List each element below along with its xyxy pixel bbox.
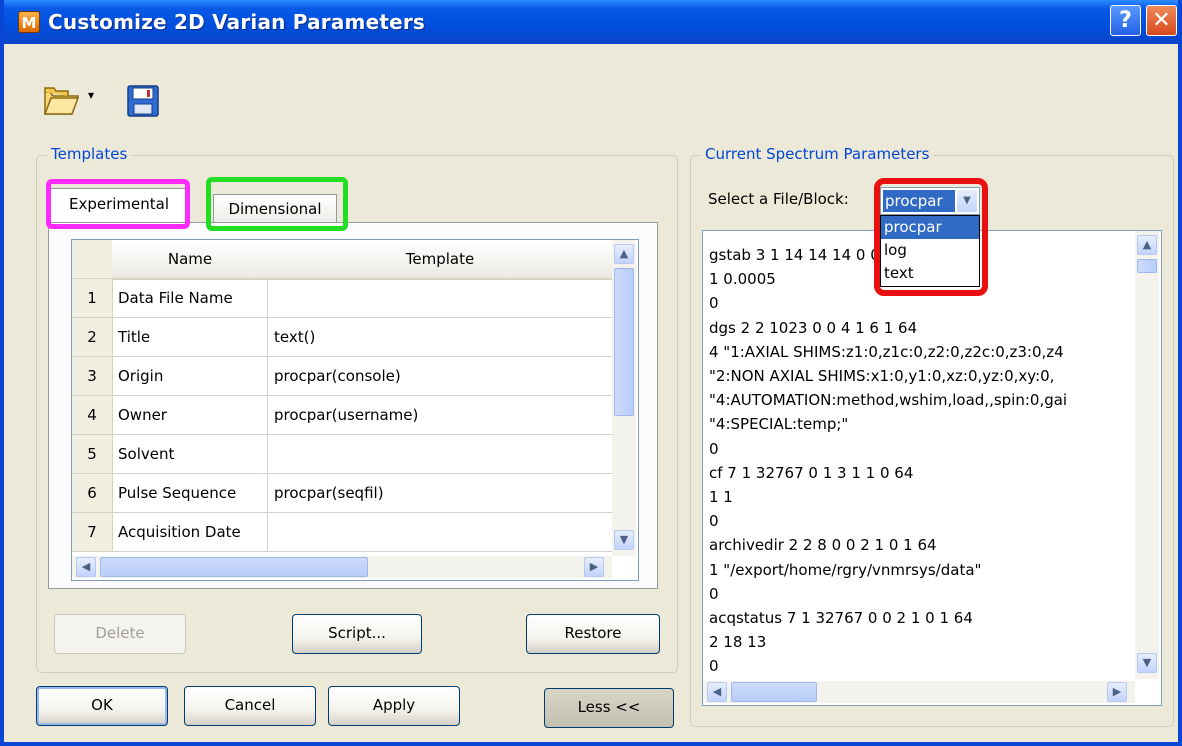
parameter-line: 0 — [709, 512, 719, 531]
table-vertical-scrollbar[interactable]: ▲ ▼ — [612, 240, 636, 556]
parameter-line: 0 — [709, 657, 719, 676]
window-title: Customize 2D Varian Parameters — [48, 10, 426, 34]
name-cell[interactable]: Pulse Sequence — [112, 474, 268, 512]
parameter-line: cf 7 1 32767 0 1 3 1 1 0 64 — [709, 463, 914, 482]
close-button[interactable]: ✕ — [1146, 5, 1177, 36]
parameter-line: "2:NON AXIAL SHIMS:x1:0,y1:0,xz:0,yz:0,x… — [709, 367, 1055, 386]
highlight-file-dropdown — [874, 178, 988, 296]
parameter-line: dgs 2 2 1023 0 0 4 1 6 1 64 — [709, 318, 918, 337]
dialog-window: M Customize 2D Varian Parameters ? ✕ ▾ T… — [0, 0, 1182, 746]
ok-button[interactable]: OK — [36, 686, 168, 726]
scroll-down-arrow-icon[interactable]: ▼ — [614, 530, 634, 550]
row-number: 1 — [72, 279, 113, 317]
table-corner — [72, 240, 113, 279]
script-button[interactable]: Script... — [292, 614, 422, 654]
scroll-left-arrow-icon[interactable]: ◀ — [707, 682, 727, 702]
parameters-text: gstab 3 1 14 14 14 0 0 1 1 0 64 1 0.0005 0… — [709, 243, 1129, 679]
highlight-dimensional-tab — [206, 177, 348, 231]
template-cell[interactable]: procpar(console) — [268, 357, 612, 395]
params-vertical-scrollbar[interactable]: ▲ ▼ — [1135, 231, 1159, 679]
parameter-line: 4 "1:AXIAL SHIMS:z1:0,z1c:0,z2:0,z2c:0,z… — [709, 342, 1064, 361]
templates-table: Name Template 1 Data File Name 2 Title t… — [71, 239, 639, 581]
scroll-right-arrow-icon[interactable]: ▶ — [1107, 682, 1127, 702]
name-cell[interactable]: Origin — [112, 357, 268, 395]
parameter-line: 0 — [709, 584, 719, 603]
column-header-name[interactable]: Name — [112, 240, 269, 280]
app-icon: M — [18, 11, 40, 33]
table-row[interactable]: 5 Solvent — [72, 435, 612, 474]
open-dropdown-arrow-icon[interactable]: ▾ — [88, 88, 94, 102]
parameter-line: archivedir 2 2 8 0 0 2 1 0 1 64 — [709, 536, 937, 555]
scroll-down-arrow-icon[interactable]: ▼ — [1137, 653, 1157, 673]
table-row[interactable]: 3 Origin procpar(console) — [72, 357, 612, 396]
name-cell[interactable]: Solvent — [112, 435, 268, 473]
scroll-right-arrow-icon[interactable]: ▶ — [584, 557, 604, 577]
vertical-scroll-thumb[interactable] — [614, 268, 634, 416]
parameter-line: 1 1 — [709, 488, 733, 507]
template-cell[interactable] — [268, 513, 612, 551]
restore-button[interactable]: Restore — [526, 614, 660, 654]
apply-button[interactable]: Apply — [328, 686, 460, 726]
less-button[interactable]: Less << — [544, 688, 674, 728]
file-block-label: Select a File/Block: — [708, 190, 849, 208]
parameter-line: 2 18 13 — [709, 633, 767, 652]
name-cell[interactable]: Title — [112, 318, 268, 356]
scroll-up-arrow-icon[interactable]: ▲ — [614, 244, 634, 264]
horizontal-scroll-thumb[interactable] — [731, 682, 817, 702]
scroll-left-arrow-icon[interactable]: ◀ — [76, 557, 96, 577]
parameter-line: 1 "/export/home/rgry/vnmrsys/data" — [709, 560, 982, 579]
row-number: 3 — [72, 357, 113, 395]
templates-group-title: Templates — [47, 145, 132, 163]
name-cell[interactable]: Data File Name — [112, 279, 268, 317]
template-cell[interactable]: procpar(seqfil) — [268, 474, 612, 512]
table-row[interactable]: 1 Data File Name — [72, 279, 612, 318]
parameters-text-area[interactable]: gstab 3 1 14 14 14 0 0 1 1 0 64 1 0.0005 0… — [702, 230, 1162, 706]
help-button[interactable]: ? — [1110, 5, 1141, 36]
template-cell[interactable]: procpar(username) — [268, 396, 612, 434]
template-cell[interactable]: text() — [268, 318, 612, 356]
scroll-up-arrow-icon[interactable]: ▲ — [1137, 235, 1157, 255]
table-horizontal-scrollbar[interactable]: ◀ ▶ — [72, 556, 612, 578]
params-horizontal-scrollbar[interactable]: ◀ ▶ — [703, 681, 1135, 703]
template-cell[interactable] — [268, 279, 612, 317]
vertical-scroll-thumb[interactable] — [1137, 259, 1157, 273]
table-row[interactable]: 4 Owner procpar(username) — [72, 396, 612, 435]
folder-open-icon[interactable] — [42, 82, 80, 118]
row-number: 7 — [72, 513, 113, 551]
row-number: 5 — [72, 435, 113, 473]
name-cell[interactable]: Acquisition Date — [112, 513, 268, 551]
row-number: 6 — [72, 474, 113, 512]
table-row[interactable]: 2 Title text() — [72, 318, 612, 357]
highlight-experimental-tab — [46, 179, 190, 229]
table-row[interactable]: 7 Acquisition Date — [72, 513, 612, 552]
floppy-disk-icon[interactable] — [126, 84, 160, 118]
parameter-line: "4:AUTOMATION:method,wshim,load,,spin:0,… — [709, 391, 1068, 410]
template-cell[interactable] — [268, 435, 612, 473]
row-number: 4 — [72, 396, 113, 434]
cancel-button[interactable]: Cancel — [184, 686, 316, 726]
name-cell[interactable]: Owner — [112, 396, 268, 434]
templates-tab-panel: Name Template 1 Data File Name 2 Title t… — [48, 222, 658, 589]
title-bar[interactable]: M Customize 2D Varian Parameters ? ✕ — [4, 0, 1178, 44]
parameter-line: acqstatus 7 1 32767 0 0 2 1 0 1 64 — [709, 609, 973, 628]
horizontal-scroll-thumb[interactable] — [100, 557, 368, 577]
row-number: 2 — [72, 318, 113, 356]
delete-button[interactable]: Delete — [54, 614, 186, 654]
table-row[interactable]: 6 Pulse Sequence procpar(seqfil) — [72, 474, 612, 513]
params-group-title: Current Spectrum Parameters — [701, 145, 934, 163]
parameter-line: "4:SPECIAL:temp;" — [709, 415, 849, 434]
parameter-line: 0 — [709, 439, 719, 458]
column-header-template[interactable]: Template — [268, 240, 613, 280]
